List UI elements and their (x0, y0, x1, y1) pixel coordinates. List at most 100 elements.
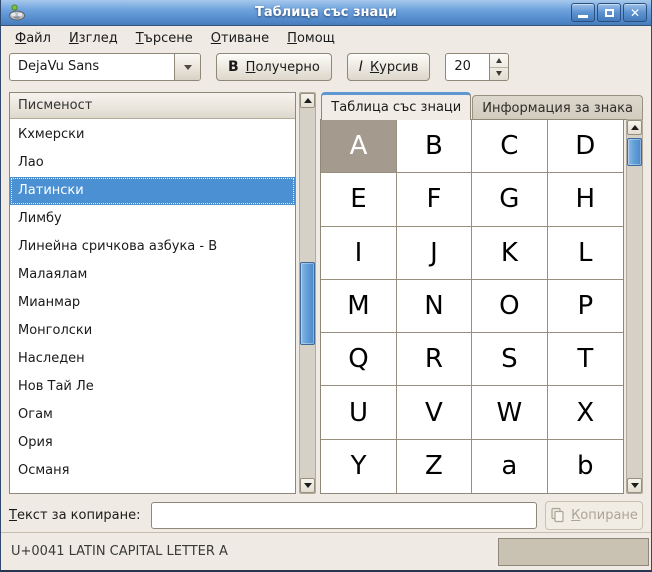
char-cell[interactable]: K (472, 227, 547, 280)
list-item-mongolian[interactable]: Монголски (10, 317, 295, 345)
char-cell[interactable]: Y (321, 440, 396, 493)
scrollbar-thumb[interactable] (627, 138, 642, 166)
char-cell[interactable]: N (397, 280, 472, 333)
close-icon: ✕ (630, 7, 640, 19)
italic-toggle-button[interactable]: I Курсив (347, 53, 431, 81)
char-cell[interactable]: Q (321, 333, 396, 386)
list-item-osmanya[interactable]: Османя (10, 457, 295, 485)
copy-bar: Текст за копиране: Копиране (1, 498, 651, 532)
bold-label: Получерно (246, 60, 320, 75)
script-pane: Писменост Кхмерски Лао Латински Лимбу Ли… (9, 92, 316, 494)
char-cell[interactable]: F (397, 173, 472, 226)
copy-button-label: Копиране (571, 508, 638, 523)
char-cell[interactable]: V (397, 386, 472, 439)
scrollbar-trough[interactable] (300, 108, 315, 478)
font-size-spinner[interactable]: 20 (445, 53, 509, 81)
char-cell[interactable]: U (321, 386, 396, 439)
scroll-up-button[interactable] (300, 93, 315, 108)
list-item-lao[interactable]: Лао (10, 149, 295, 177)
tabbar: Таблица със знаци Информация за знака (320, 92, 643, 120)
list-item-latin[interactable]: Латински (10, 177, 295, 205)
menu-file[interactable]: Файл (7, 28, 59, 49)
arrow-down-icon (631, 483, 639, 488)
list-item-ogham[interactable]: Огам (10, 401, 295, 429)
main-area: Писменост Кхмерски Лао Латински Лимбу Ли… (1, 88, 651, 498)
char-cell[interactable]: Z (397, 440, 472, 493)
close-button[interactable]: ✕ (623, 3, 647, 22)
scrollbar-trough[interactable] (627, 135, 642, 478)
maximize-button[interactable] (597, 3, 621, 22)
menu-go[interactable]: Отиване (203, 28, 277, 49)
script-list-scrollbar[interactable] (299, 92, 316, 494)
app-icon (7, 3, 27, 23)
char-cell[interactable]: G (472, 173, 547, 226)
copy-button[interactable]: Копиране (545, 501, 643, 530)
char-cell[interactable]: L (548, 227, 623, 280)
font-family-value: DejaVu Sans (10, 54, 174, 80)
char-cell[interactable]: R (397, 333, 472, 386)
char-cell[interactable]: E (321, 173, 396, 226)
chartable-pane: Таблица със знаци Информация за знака A … (320, 92, 643, 494)
char-cell[interactable]: M (321, 280, 396, 333)
list-item-oriya[interactable]: Ория (10, 429, 295, 457)
bold-toggle-button[interactable]: B Получерно (216, 53, 332, 81)
char-cell[interactable]: T (548, 333, 623, 386)
char-cell[interactable]: A (321, 120, 396, 173)
titlebar[interactable]: Таблица със знаци ✕ (1, 0, 651, 26)
menu-help[interactable]: Помощ (279, 28, 343, 49)
scrollbar-thumb[interactable] (300, 262, 315, 345)
font-size-value: 20 (446, 54, 489, 80)
copy-text-input[interactable] (151, 502, 537, 529)
char-cell[interactable]: O (472, 280, 547, 333)
font-combo-dropdown-button[interactable] (174, 54, 200, 80)
char-cell[interactable]: a (472, 440, 547, 493)
maximize-icon (605, 9, 614, 17)
char-cell[interactable]: X (548, 386, 623, 439)
italic-label: Курсив (370, 60, 418, 75)
italic-icon: I (359, 59, 363, 75)
char-cell[interactable]: J (397, 227, 472, 280)
char-cell[interactable]: C (472, 120, 547, 173)
spin-down-button[interactable] (490, 68, 508, 81)
list-item-linear-b[interactable]: Линейна сричкова азбука - В (10, 233, 295, 261)
scroll-down-button[interactable] (300, 478, 315, 493)
copy-text-label: Текст за копиране: (9, 508, 143, 523)
minimize-button[interactable] (571, 3, 595, 22)
window-title: Таблица със знаци (1, 5, 651, 20)
char-cell[interactable]: I (321, 227, 396, 280)
minimize-icon (578, 15, 588, 18)
list-item-inherited[interactable]: Наследен (10, 345, 295, 373)
list-item-khmer[interactable]: Кхмерски (10, 121, 295, 149)
list-item-new-tai-lue[interactable]: Нов Тай Ле (10, 373, 295, 401)
arrow-up-icon (631, 125, 639, 130)
char-cell[interactable]: H (548, 173, 623, 226)
scroll-up-button[interactable] (627, 120, 642, 135)
tab-character-table[interactable]: Таблица със знаци (321, 92, 471, 120)
script-list: Писменост Кхмерски Лао Латински Лимбу Ли… (9, 92, 296, 494)
char-cell[interactable]: P (548, 280, 623, 333)
char-cell[interactable]: S (472, 333, 547, 386)
spin-up-button[interactable] (490, 54, 508, 68)
spin-up-icon (496, 58, 502, 63)
copy-icon (550, 507, 566, 523)
list-item-malayalam[interactable]: Малаялам (10, 261, 295, 289)
bold-icon: B (228, 59, 239, 75)
scroll-down-button[interactable] (627, 478, 642, 493)
character-grid: A B C D E F G H I J K L M N O P Q (320, 119, 624, 494)
character-grid-scrollbar[interactable] (626, 119, 643, 494)
char-cell[interactable]: W (472, 386, 547, 439)
font-family-combo[interactable]: DejaVu Sans (9, 53, 201, 81)
char-cell[interactable]: D (548, 120, 623, 173)
status-bar: U+0041 LATIN CAPITAL LETTER A (1, 532, 651, 570)
status-zoom-area (498, 538, 649, 566)
char-cell[interactable]: b (548, 440, 623, 493)
char-cell[interactable]: B (397, 120, 472, 173)
list-item-myanmar[interactable]: Мианмар (10, 289, 295, 317)
script-column-header[interactable]: Писменост (10, 93, 295, 119)
list-item-limbu[interactable]: Лимбу (10, 205, 295, 233)
arrow-up-icon (304, 98, 312, 103)
tab-character-details[interactable]: Информация за знака (472, 95, 643, 120)
menu-view[interactable]: Изглед (61, 28, 126, 49)
character-status-text: U+0041 LATIN CAPITAL LETTER A (11, 544, 228, 559)
menu-search[interactable]: Търсене (128, 28, 201, 49)
